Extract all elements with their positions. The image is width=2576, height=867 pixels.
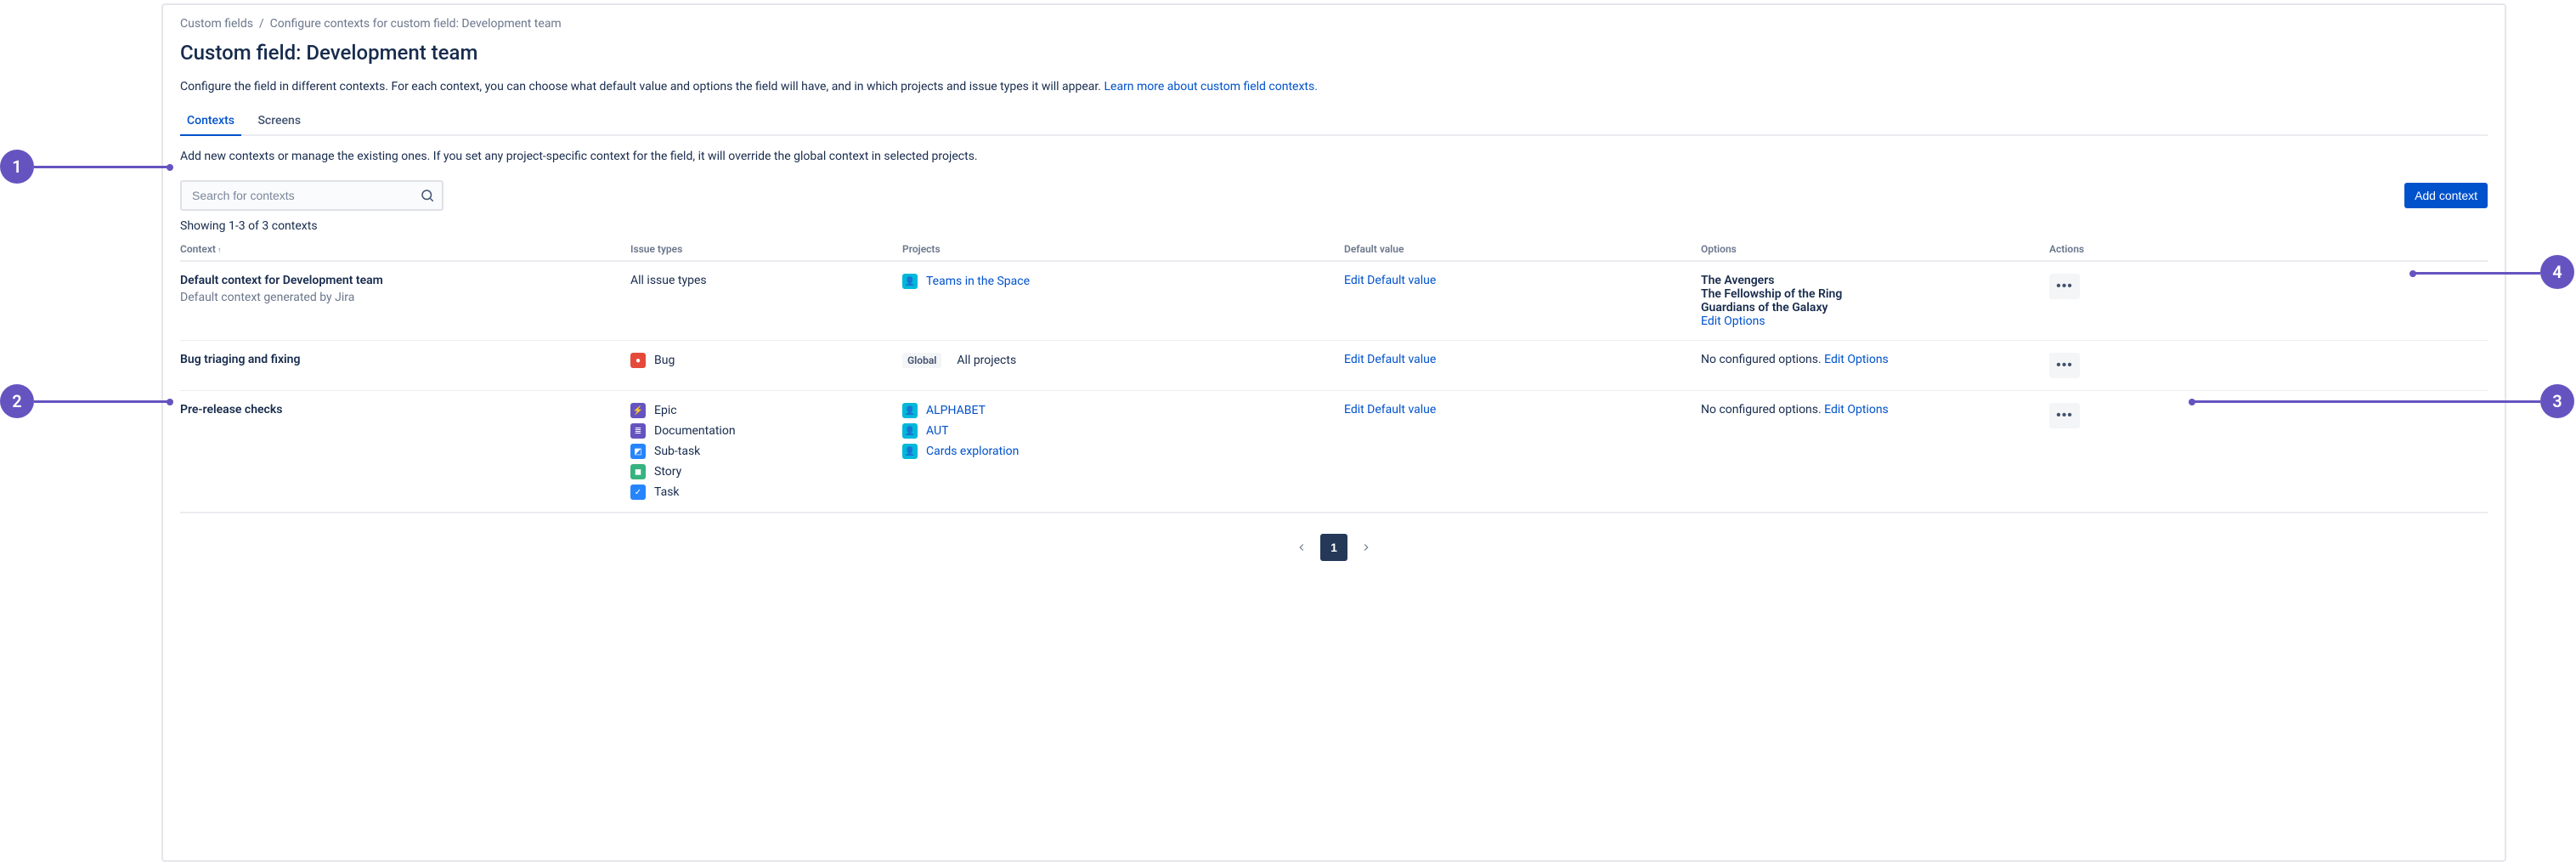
edit-default-value-link[interactable]: Edit Default value	[1344, 274, 1436, 287]
tabs: Contexts Screens	[180, 109, 2488, 136]
story-icon: ◼	[630, 464, 646, 479]
contexts-table: Context↑ Issue types Projects Default va…	[180, 236, 2488, 513]
subtask-icon: ◩	[630, 444, 646, 459]
task-icon: ✓	[630, 484, 646, 500]
project-icon: 👤	[902, 403, 918, 418]
table-row: Default context for Development team Defa…	[180, 261, 2488, 341]
annotation-2-line	[34, 400, 170, 403]
context-sub: Default context generated by Jira	[180, 291, 624, 304]
col-header-context[interactable]: Context↑	[180, 236, 630, 261]
pagination-page-1[interactable]: 1	[1320, 534, 1347, 561]
option-value: The Fellowship of the Ring	[1701, 287, 2042, 301]
context-name: Default context for Development team	[180, 274, 624, 287]
row-actions-button[interactable]: •••	[2049, 403, 2080, 428]
search-input[interactable]	[180, 180, 443, 211]
chevron-right-icon	[1360, 541, 1372, 553]
project-icon: 👤	[902, 274, 918, 289]
breadcrumb-root[interactable]: Custom fields	[180, 17, 253, 31]
search-icon	[420, 188, 435, 203]
col-header-default-value: Default value	[1344, 236, 1701, 261]
context-name: Bug triaging and fixing	[180, 353, 624, 366]
showing-count: Showing 1-3 of 3 contexts	[180, 219, 2488, 233]
page-description: Configure the field in different context…	[180, 80, 2488, 94]
col-header-issue-types: Issue types	[630, 236, 902, 261]
pagination-prev[interactable]	[1288, 534, 1315, 561]
sub-description: Add new contexts or manage the existing …	[180, 150, 2488, 163]
page-title: Custom field: Development team	[180, 41, 2488, 65]
learn-more-link[interactable]: Learn more about custom field contexts.	[1104, 80, 1317, 94]
edit-options-link[interactable]: Edit Options	[1701, 314, 1765, 328]
global-badge: Global	[902, 353, 941, 368]
annotation-3: 3	[2540, 384, 2574, 418]
bug-icon: ●	[630, 353, 646, 368]
breadcrumb: Custom fields / Configure contexts for c…	[180, 17, 2488, 31]
col-header-options: Options	[1701, 236, 2049, 261]
edit-options-link[interactable]: Edit Options	[1824, 403, 1889, 416]
pagination: 1	[180, 534, 2488, 561]
doc-icon: ≣	[630, 423, 646, 439]
annotation-4-line	[2413, 272, 2540, 275]
project-link[interactable]: Teams in the Space	[926, 275, 1030, 288]
row-actions-button[interactable]: •••	[2049, 353, 2080, 378]
page-description-text: Configure the field in different context…	[180, 80, 1104, 94]
issue-type-label: Story	[654, 465, 681, 479]
project-icon: 👤	[902, 444, 918, 459]
annotation-4: 4	[2540, 255, 2574, 289]
toolbar: Add context	[180, 180, 2488, 211]
issue-type-label: Task	[654, 485, 680, 499]
add-context-button[interactable]: Add context	[2404, 183, 2488, 208]
issue-type-label: Epic	[654, 404, 677, 417]
option-value: Guardians of the Galaxy	[1701, 301, 2042, 314]
annotation-2: 2	[0, 384, 34, 418]
chevron-left-icon	[1296, 541, 1308, 553]
no-options-text: No configured options.	[1701, 353, 1824, 366]
table-row: Bug triaging and fixing ● Bug Global All pro…	[180, 341, 2488, 391]
row-actions-button[interactable]: •••	[2049, 274, 2080, 299]
epic-icon: ⚡	[630, 403, 646, 418]
tab-screens[interactable]: Screens	[251, 109, 308, 134]
tab-contexts[interactable]: Contexts	[180, 109, 241, 134]
project-link[interactable]: Cards exploration	[926, 445, 1019, 458]
issue-type-label: All issue types	[630, 274, 707, 287]
edit-default-value-link[interactable]: Edit Default value	[1344, 403, 1436, 416]
context-name: Pre-release checks	[180, 403, 624, 416]
sort-arrow-icon: ↑	[217, 246, 222, 255]
project-link[interactable]: AUT	[926, 424, 948, 438]
annotation-1: 1	[0, 150, 34, 184]
no-options-text: No configured options.	[1701, 403, 1824, 416]
search-wrap	[180, 180, 443, 211]
annotation-1-line	[34, 166, 170, 168]
breadcrumb-current: Configure contexts for custom field: Dev…	[270, 17, 562, 31]
edit-options-link[interactable]: Edit Options	[1824, 353, 1889, 366]
table-row: Pre-release checks ⚡ Epic ≣ Documentation ◩ Su…	[180, 391, 2488, 513]
col-header-projects: Projects	[902, 236, 1344, 261]
project-icon: 👤	[902, 423, 918, 439]
page-container: Custom fields / Configure contexts for c…	[161, 3, 2506, 862]
annotation-3-line	[2192, 400, 2540, 403]
edit-default-value-link[interactable]: Edit Default value	[1344, 353, 1436, 366]
option-value: The Avengers	[1701, 274, 2042, 287]
issue-type-label: Bug	[654, 354, 675, 367]
pagination-next[interactable]	[1353, 534, 1380, 561]
project-link[interactable]: ALPHABET	[926, 404, 986, 417]
project-label: All projects	[957, 354, 1016, 367]
issue-type-label: Sub-task	[654, 445, 700, 458]
issue-type-label: Documentation	[654, 424, 736, 438]
col-header-actions: Actions	[2049, 236, 2488, 261]
